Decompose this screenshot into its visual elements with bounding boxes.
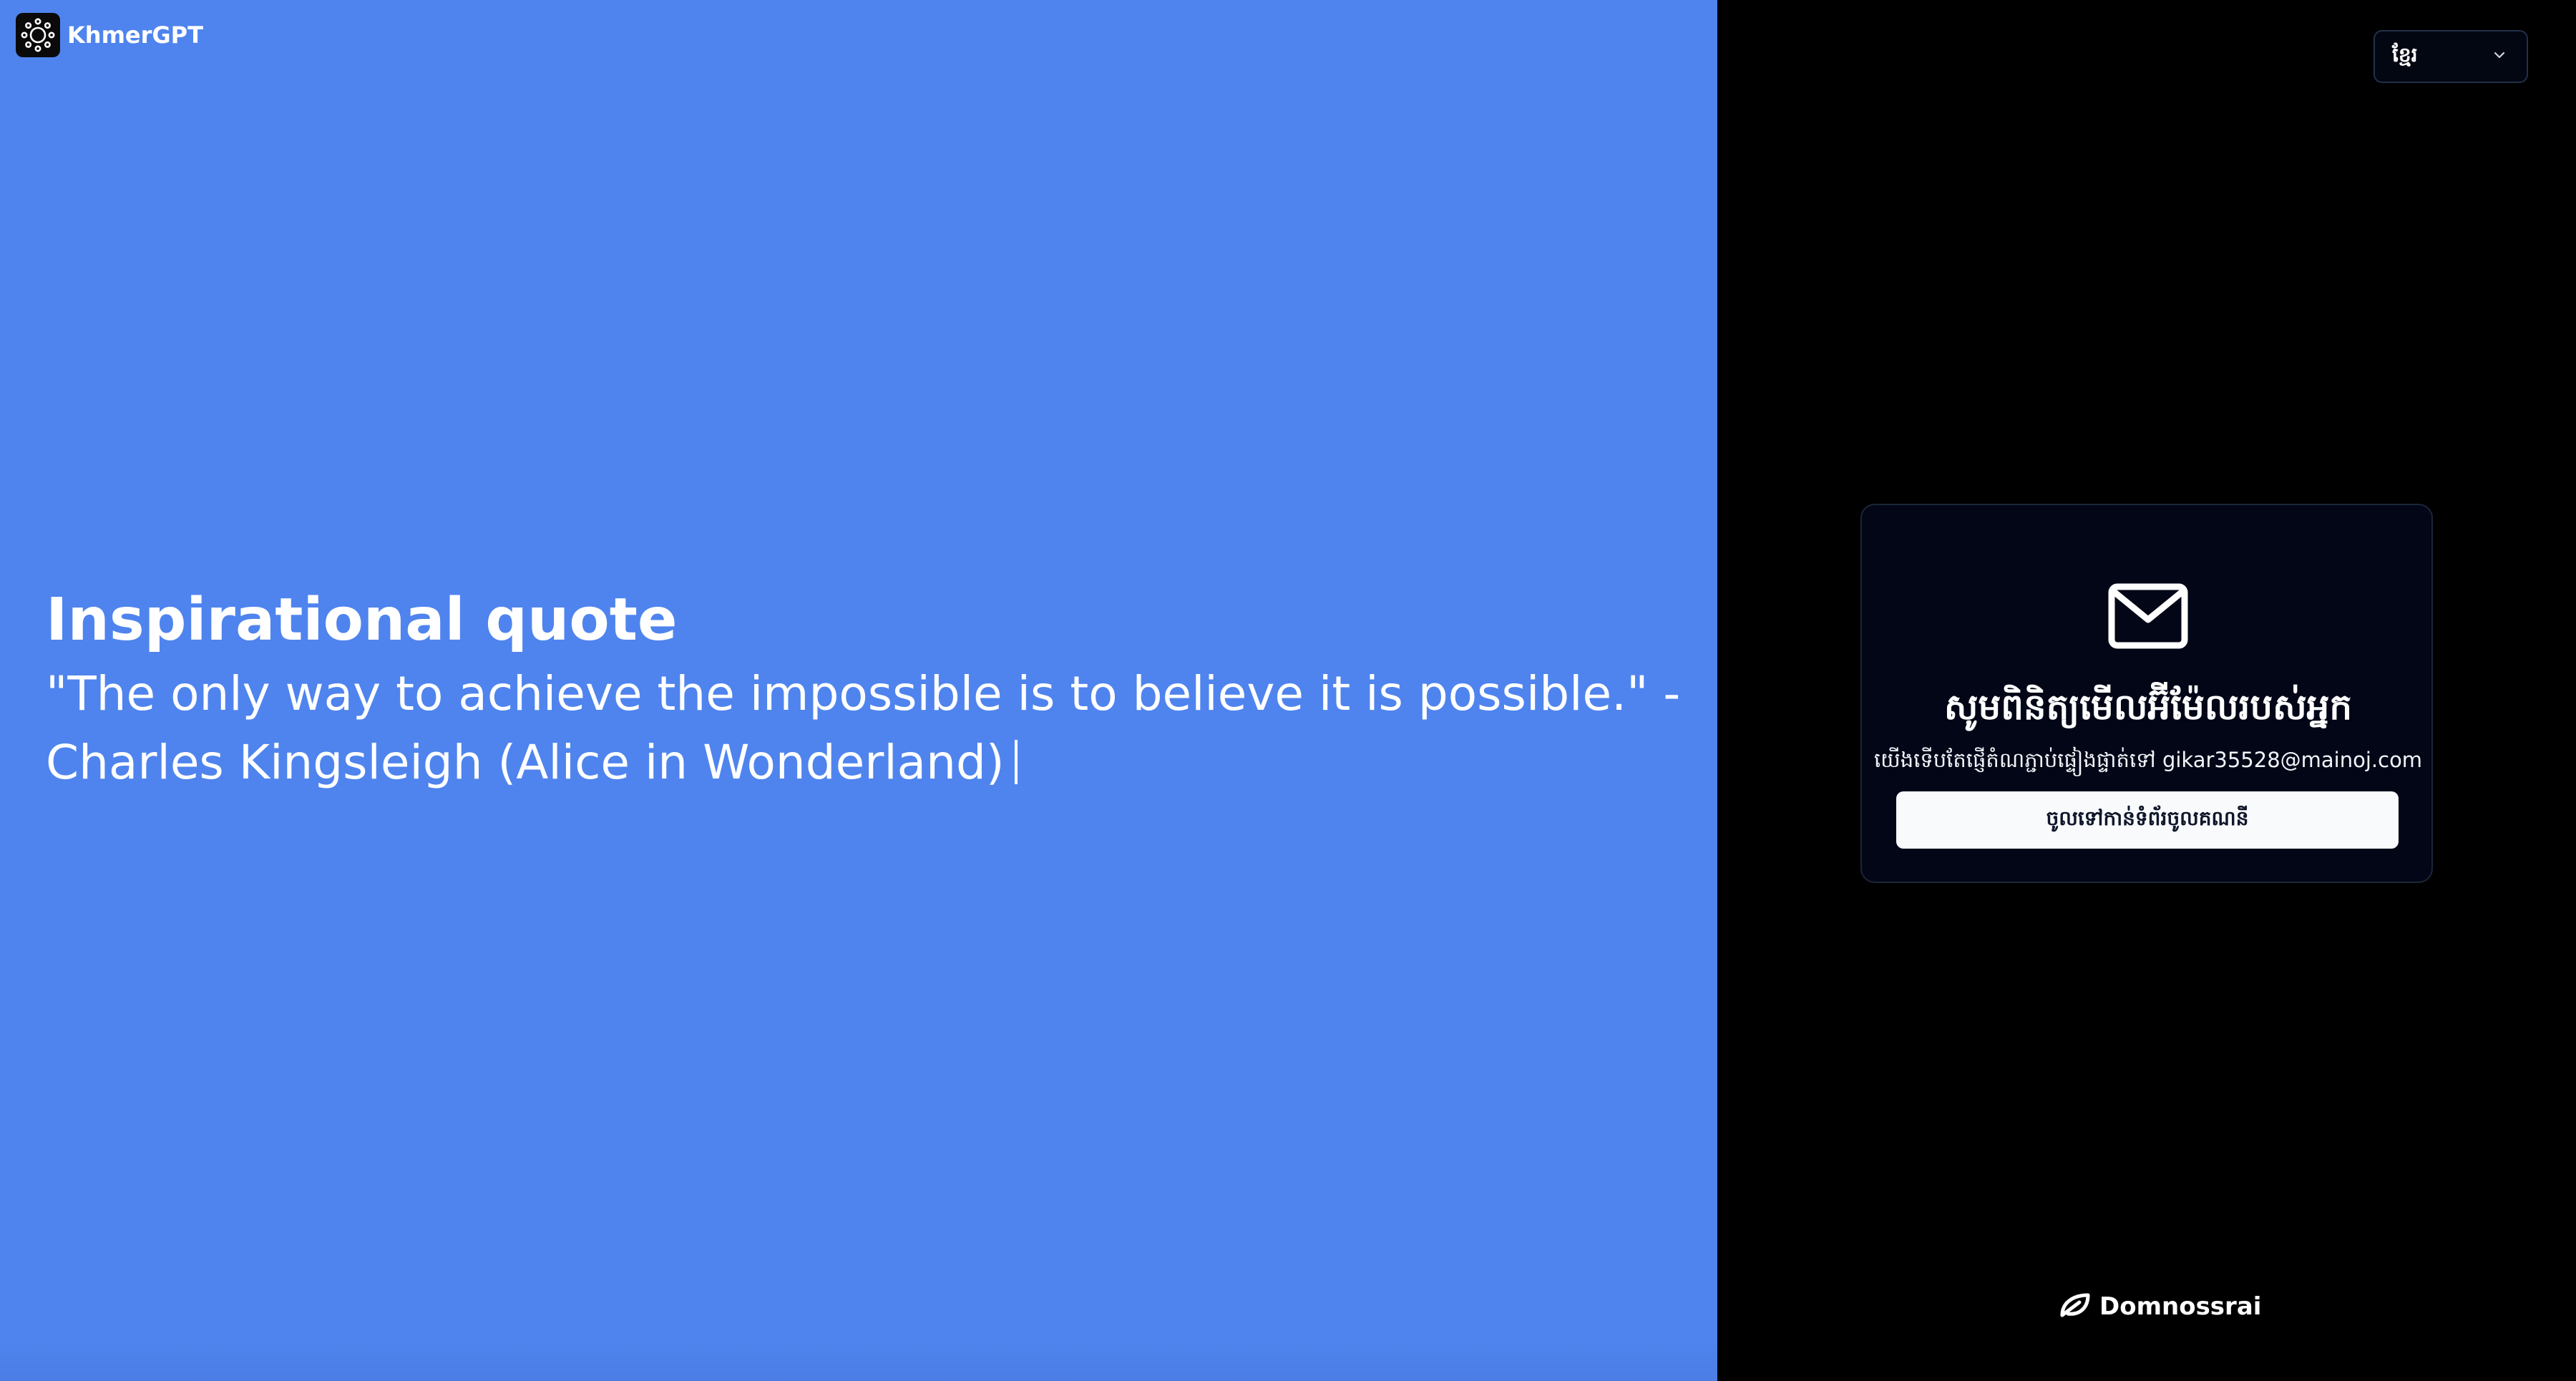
language-select-value: ខ្មែរ [2392,42,2418,67]
quote-panel: KhmerGPT Inspirational quote "The only w… [0,0,1717,1381]
mail-icon [2108,583,2188,649]
quote-block: Inspirational quote "The only way to ach… [46,586,1692,797]
quote-heading: Inspirational quote [46,586,678,654]
footer-brand[interactable]: Domnossrai [2058,1291,2261,1322]
brand-header[interactable]: KhmerGPT [16,13,203,57]
auth-panel: ខ្មែរ សូមពិនិត្យមើលអ៊ីម៉ែលរបស់អ្នក យើងទើ… [1717,0,2576,1381]
verify-email-card: សូមពិនិត្យមើលអ៊ីម៉ែលរបស់អ្នក យើងទើបតែផ្ញ… [1860,504,2433,883]
leaf-logo-icon [2058,1291,2091,1322]
quote-text-container: "The only way to achieve the impossible … [46,660,1692,797]
brand-name: KhmerGPT [67,21,203,49]
bottom-fade [0,1338,1717,1381]
card-subtitle: យើងទើបតែផ្ញើតំណភ្ជាប់ផ្ទៀងផ្ទាត់ទៅ gikar… [1873,748,2423,772]
card-title: សូមពិនិត្យមើលអ៊ីម៉ែលរបស់អ្នក [1943,686,2353,728]
language-select[interactable]: ខ្មែរ [2373,30,2528,83]
chevron-down-icon [2491,47,2508,67]
go-to-login-button[interactable]: ចូលទៅកាន់ទំព័រចូលគណនី [1896,791,2399,849]
aperture-logo-icon [16,13,60,57]
typing-cursor [1014,740,1018,785]
footer-brand-name: Domnossrai [2099,1292,2262,1321]
page: KhmerGPT Inspirational quote "The only w… [0,0,2576,1381]
quote-text: "The only way to achieve the impossible … [46,666,1681,791]
